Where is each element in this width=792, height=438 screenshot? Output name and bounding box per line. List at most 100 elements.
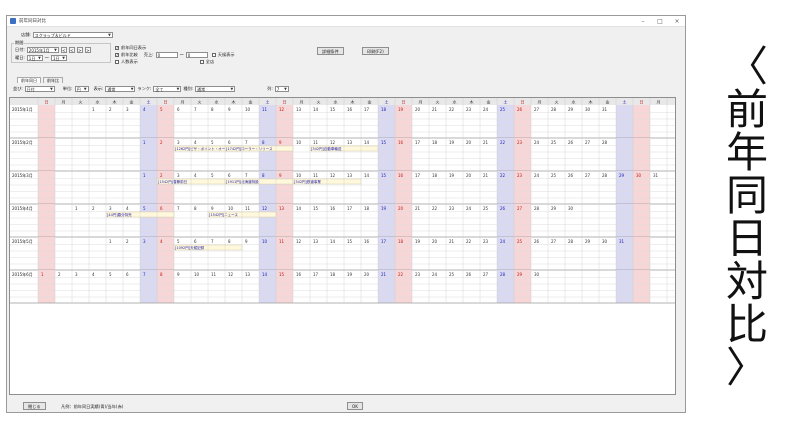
date-filter: 日付: 2015年1月 < < > >	[15, 47, 91, 53]
ghost-checkbox[interactable]: ✓	[115, 46, 119, 50]
weekday-header: 月	[419, 100, 423, 105]
day-number: 3	[109, 206, 112, 211]
day-number: 28	[534, 206, 540, 211]
day-number: 23	[517, 173, 523, 178]
vertical-char: 年	[725, 128, 768, 177]
day-number: 1	[92, 107, 95, 112]
day-number: 17	[347, 206, 353, 211]
sort-select[interactable]: 日付	[24, 86, 55, 92]
ghost-option[interactable]: ✓ 前年同日表示	[115, 45, 146, 51]
day-number: 2	[109, 107, 112, 112]
day-number: 27	[534, 107, 540, 112]
people-option[interactable]: 人数表示 全店	[115, 59, 214, 65]
weekday-header: 火	[436, 100, 440, 105]
all-shop-checkbox[interactable]	[199, 60, 204, 64]
day-number: 4	[194, 173, 197, 178]
day-number: 27	[517, 206, 523, 211]
weather-checkbox[interactable]	[211, 53, 216, 57]
day-number: 28	[500, 272, 506, 277]
people-checkbox[interactable]	[115, 60, 119, 64]
weekday-header: 土	[147, 99, 151, 105]
day-number: 12	[228, 272, 234, 277]
day-number: 14	[296, 206, 302, 211]
ratio-option[interactable]: ✓ 前年比較 売上: 0 ～ 0 天候表示	[115, 52, 235, 58]
sunday-column	[38, 138, 55, 171]
condition-button[interactable]: 詳細条件	[317, 47, 344, 55]
rank-select[interactable]: 全て	[153, 86, 182, 92]
day-number: 20	[364, 272, 370, 277]
next-month-button[interactable]: >	[84, 47, 91, 53]
day-number: 30	[602, 239, 608, 244]
sales-label: 売上:	[143, 52, 154, 57]
ok-button[interactable]: OK	[347, 402, 364, 410]
day-number: 16	[364, 239, 370, 244]
weekday-header: 土	[385, 99, 389, 105]
day-number: 2	[58, 272, 61, 277]
day-number: 25	[551, 173, 557, 178]
close-button[interactable]: 閉じる	[23, 402, 46, 410]
sunday-column	[38, 237, 55, 270]
saturday-column	[616, 105, 633, 138]
sales-to-input[interactable]: 0	[185, 52, 208, 58]
day-number: 18	[432, 140, 438, 145]
week-filter: 曜日: 1日 ～ 1日	[15, 55, 67, 61]
day-number: 29	[585, 239, 591, 244]
shop-select[interactable]: スクラップ＆ビルド	[32, 32, 113, 38]
unit-select[interactable]: 円	[74, 86, 89, 92]
day-number: 3	[177, 173, 180, 178]
print-button[interactable]: 印刷(F2)	[362, 47, 389, 55]
weekday-header: 水	[334, 99, 338, 105]
sunday-column	[633, 270, 650, 303]
tab-prev-year-ratio[interactable]: 前年比	[43, 77, 63, 83]
day-number: 13	[279, 206, 285, 211]
tab-prev-year-day[interactable]: 前年同日	[17, 77, 41, 83]
prev-month-button[interactable]: <	[60, 47, 67, 53]
day-number: 7	[177, 206, 180, 211]
day-number: 11	[313, 140, 319, 145]
day-number: 17	[364, 107, 370, 112]
day-number: 16	[296, 272, 302, 277]
day-number: 11	[262, 107, 268, 112]
prev-button[interactable]: <	[68, 47, 75, 53]
day-number: 10	[194, 272, 200, 277]
next-button[interactable]: >	[76, 47, 83, 53]
day-number: 13	[296, 107, 302, 112]
weekday-header: 金	[606, 99, 610, 105]
vertical-caption: 〈前年同日対比〉	[712, 46, 782, 391]
sales-from-input[interactable]: 0	[155, 52, 178, 58]
day-number: 15	[381, 173, 387, 178]
day-number: 10	[228, 206, 234, 211]
day-number: 20	[415, 107, 421, 112]
close-icon[interactable]: ×	[669, 16, 685, 27]
ratio-checkbox[interactable]: ✓	[115, 53, 119, 57]
week-from-select[interactable]: 1日	[26, 55, 43, 61]
month-label: 2015年5月	[12, 238, 33, 244]
day-number: 8	[194, 206, 197, 211]
day-number: 28	[602, 173, 608, 178]
day-number: 19	[347, 272, 353, 277]
date-select[interactable]: 2015年1月	[26, 47, 59, 53]
weekday-header: 月	[181, 100, 185, 105]
kind-select[interactable]: 通常	[195, 86, 236, 92]
display-select[interactable]: 通常	[105, 86, 136, 92]
maximize-icon[interactable]: □	[652, 16, 668, 27]
sunday-column	[38, 171, 55, 204]
day-number: 17	[415, 140, 421, 145]
day-number: 12	[279, 107, 285, 112]
vertical-char: 〉	[725, 343, 768, 392]
app-window: 前年同日対比 – □ × 店舗: スクラップ＆ビルド 期間 日付: 2015年1…	[6, 15, 686, 413]
minimize-icon[interactable]: –	[635, 16, 651, 27]
day-number: 16	[398, 173, 404, 178]
week-to-select[interactable]: 1日	[51, 55, 67, 61]
day-number: 23	[415, 272, 421, 277]
month-label: 2015年4月	[12, 205, 33, 211]
day-number: 9	[211, 206, 214, 211]
column-select[interactable]: 7	[274, 86, 289, 92]
day-number: 21	[483, 140, 489, 145]
day-number: 5	[177, 239, 180, 244]
day-number: 23	[517, 140, 523, 145]
calendar-svg: 日月火水木金土日月火水木金土日月火水木金土日月火水木金土日月火水木金土日月201…	[10, 98, 675, 304]
day-number: 21	[415, 206, 421, 211]
weekday-header: 水	[572, 99, 576, 105]
event-note: [342円]自動車輸送	[311, 146, 342, 151]
